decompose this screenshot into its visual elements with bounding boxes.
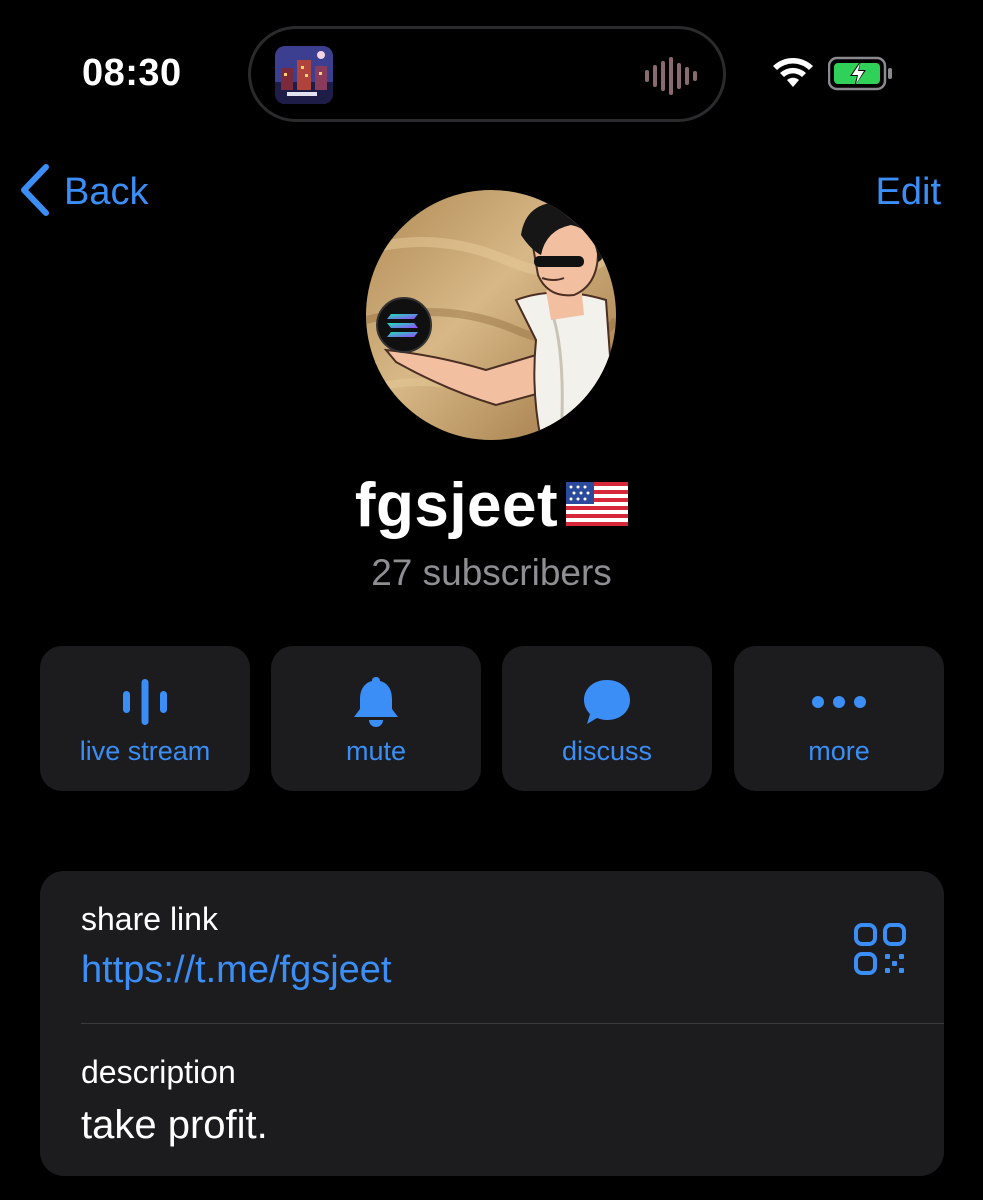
channel-name: fgsjeet <box>354 471 559 540</box>
live-stream-label: live stream <box>79 736 211 766</box>
battery-charging-icon <box>827 56 894 97</box>
share-link-caption: share link <box>81 901 218 937</box>
more-dots-icon <box>734 674 944 730</box>
now-playing-artwork <box>275 46 333 104</box>
discuss-button[interactable]: discuss <box>502 646 712 791</box>
back-label: Back <box>64 170 149 213</box>
chevron-left-icon <box>18 163 52 222</box>
wifi-icon <box>770 56 816 95</box>
bell-icon <box>271 674 481 730</box>
back-button[interactable]: Back <box>18 163 149 222</box>
channel-name-row: fgsjeet <box>0 470 983 545</box>
mute-button[interactable]: mute <box>271 646 481 791</box>
dynamic-island[interactable] <box>248 26 726 122</box>
action-buttons: live stream mute discuss more <box>40 646 944 791</box>
mute-label: mute <box>345 736 407 766</box>
status-time: 08:30 <box>82 52 182 94</box>
more-button[interactable]: more <box>734 646 944 791</box>
chat-bubble-icon <box>502 674 712 730</box>
channel-info-card: share link https://t.me/fgsjeet descript… <box>40 871 944 1176</box>
share-link-url[interactable]: https://t.me/fgsjeet <box>81 949 391 992</box>
more-label: more <box>808 736 870 766</box>
status-bar: 08:30 <box>0 0 983 150</box>
channel-avatar[interactable] <box>366 190 616 440</box>
live-stream-icon <box>40 674 250 730</box>
live-stream-button[interactable]: live stream <box>40 646 250 791</box>
description-caption: description <box>81 1054 236 1090</box>
qr-code-icon[interactable] <box>852 921 908 977</box>
info-divider <box>81 1023 944 1024</box>
description-text: take profit. <box>81 1103 268 1147</box>
us-flag-icon <box>566 470 629 541</box>
subscriber-count: 27 subscribers <box>371 552 612 593</box>
audio-waveform-icon <box>645 57 701 100</box>
edit-button[interactable]: Edit <box>876 164 941 220</box>
discuss-label: discuss <box>561 736 653 766</box>
